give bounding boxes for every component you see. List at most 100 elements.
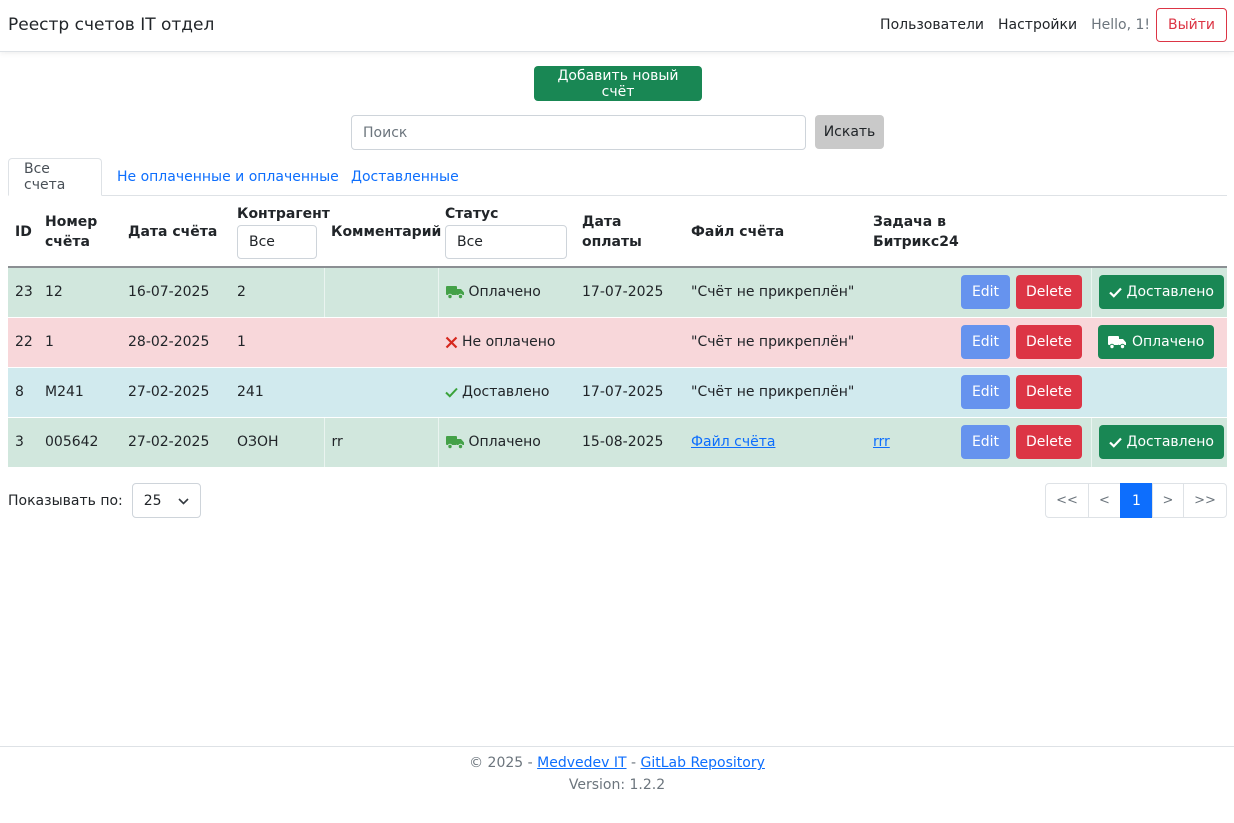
bitrix-task-link[interactable]: rrr [873, 434, 890, 450]
cell-paid-date: 17-07-2025 [575, 267, 684, 318]
cell-date: 28-02-2025 [121, 317, 230, 368]
page-current-button[interactable]: 1 [1120, 483, 1153, 518]
cross-icon [445, 336, 458, 349]
cell-paid-date [575, 317, 684, 368]
cell-number: 1 [38, 317, 121, 368]
app-title[interactable]: Реестр счетов IT отдел [8, 15, 214, 35]
status-paid: Оплачено [445, 434, 569, 450]
per-page-label: Показывать по: [8, 492, 123, 509]
footer: © 2025 - Medvedev IT - GitLab Repository… [0, 746, 1234, 823]
cell-file: "Счёт не прикреплён" [684, 267, 866, 318]
header-date: Дата счёта [121, 197, 230, 268]
header-number: Номер счёта [38, 197, 121, 268]
users-link[interactable]: Пользователи [880, 17, 984, 33]
edit-button[interactable]: Edit [961, 425, 1010, 460]
edit-button[interactable]: Edit [961, 275, 1010, 310]
cell-file: "Счёт не прикреплён" [684, 367, 866, 418]
table-header-row: ID Номер счёта Дата счёта Контрагент Все … [8, 197, 1227, 268]
cell-task [866, 267, 954, 318]
header-actions [954, 197, 1091, 268]
settings-link[interactable]: Настройки [998, 17, 1077, 33]
cell-actions: Edit Delete [954, 267, 1092, 318]
edit-button[interactable]: Edit [961, 375, 1010, 409]
edit-button[interactable]: Edit [961, 325, 1010, 359]
cell-number: 12 [38, 267, 121, 318]
truck-icon [1108, 335, 1127, 349]
cell-date: 27-02-2025 [121, 417, 230, 467]
cell-file: Файл счёта [684, 417, 866, 467]
truck-icon [445, 285, 465, 300]
table-row: 8 M241 27-02-2025 241 Доставлено 17-07-2… [8, 367, 1227, 418]
cell-state-action: Доставлено [1091, 417, 1227, 467]
navbar-right: Пользователи Настройки Hello, 1! Выйти [880, 8, 1227, 42]
cell-id: 23 [8, 267, 38, 318]
per-page-control: Показывать по: 25 [8, 483, 201, 518]
cell-status: Оплачено [438, 267, 575, 318]
page-first-button[interactable]: << [1045, 483, 1089, 518]
check-icon [1108, 287, 1122, 298]
mark-paid-button[interactable]: Оплачено [1098, 325, 1215, 359]
header-comment: Комментарий [324, 197, 441, 268]
tab-delivered[interactable]: Доставленные [336, 158, 474, 196]
delete-button[interactable]: Delete [1016, 275, 1082, 310]
cell-number: M241 [38, 367, 121, 418]
cell-actions: Edit Delete [954, 417, 1092, 467]
cell-file: "Счёт не прикреплён" [684, 317, 866, 368]
per-page-select[interactable]: 25 [131, 483, 201, 518]
page-last-button[interactable]: >> [1183, 483, 1227, 518]
footer-line: © 2025 - Medvedev IT - GitLab Repository [0, 754, 1234, 772]
repo-link[interactable]: GitLab Repository [641, 755, 765, 771]
page-prev-button[interactable]: < [1088, 483, 1121, 518]
status-paid: Оплачено [445, 284, 569, 300]
delete-button[interactable]: Delete [1016, 325, 1082, 359]
delete-button[interactable]: Delete [1016, 425, 1082, 460]
cell-number: 005642 [38, 417, 121, 467]
check-icon [445, 387, 458, 398]
cell-paid-date: 15-08-2025 [575, 417, 684, 467]
cell-comment [324, 317, 438, 368]
tab-unpaid-paid[interactable]: Не оплаченные и оплаченные [102, 158, 354, 196]
footer-separator: - [631, 755, 637, 771]
cell-contractor: 241 [230, 367, 324, 418]
header-status: Статус Все [438, 197, 575, 268]
cell-status: Не оплачено [438, 317, 575, 368]
page-next-button[interactable]: > [1152, 483, 1184, 518]
contractor-filter-select[interactable]: Все [237, 225, 317, 259]
greeting-text: Hello, 1! [1091, 17, 1150, 33]
author-link[interactable]: Medvedev IT [537, 755, 626, 771]
cell-id: 3 [8, 417, 38, 467]
copyright-text: © 2025 - [469, 755, 533, 771]
chevron-down-icon [178, 493, 189, 509]
tab-all-invoices[interactable]: Все счета [8, 158, 102, 196]
search-button[interactable]: Искать [815, 115, 884, 149]
delete-button[interactable]: Delete [1016, 375, 1082, 409]
cell-actions: Edit Delete [954, 317, 1091, 368]
cell-state-action [1091, 367, 1227, 418]
cell-contractor: ОЗОН [230, 417, 325, 467]
tabs-bar: Все счета Не оплаченные и оплаченные Дос… [8, 158, 1227, 196]
logout-button[interactable]: Выйти [1155, 8, 1227, 42]
cell-date: 16-07-2025 [121, 267, 230, 318]
status-filter-select[interactable]: Все [445, 225, 567, 259]
cell-task [866, 317, 954, 368]
cell-status: Оплачено [438, 417, 575, 467]
mark-delivered-button[interactable]: Доставлено [1098, 425, 1224, 460]
mark-delivered-button[interactable]: Доставлено [1098, 275, 1224, 310]
navbar: Реестр счетов IT отдел Пользователи Наст… [0, 0, 1234, 52]
header-state-action [1091, 197, 1227, 268]
cell-comment: rr [324, 417, 439, 467]
cell-actions: Edit Delete [954, 367, 1091, 418]
pagination: << < 1 > >> [1045, 483, 1227, 518]
invoice-file-link[interactable]: Файл счёта [691, 434, 775, 450]
add-invoice-button[interactable]: Добавить новый счёт [534, 66, 702, 101]
status-delivered: Доставлено [445, 384, 568, 400]
header-task: Задача в Битрикс24 [866, 197, 959, 268]
cell-task: rrr [866, 417, 954, 467]
cell-status: Доставлено [438, 367, 575, 418]
search-input[interactable] [351, 115, 806, 150]
cell-contractor: 1 [230, 317, 324, 368]
cell-date: 27-02-2025 [121, 367, 230, 418]
header-paid-date: Дата оплаты [575, 197, 684, 268]
cell-state-action: Доставлено [1091, 267, 1227, 318]
cell-id: 8 [8, 367, 38, 418]
